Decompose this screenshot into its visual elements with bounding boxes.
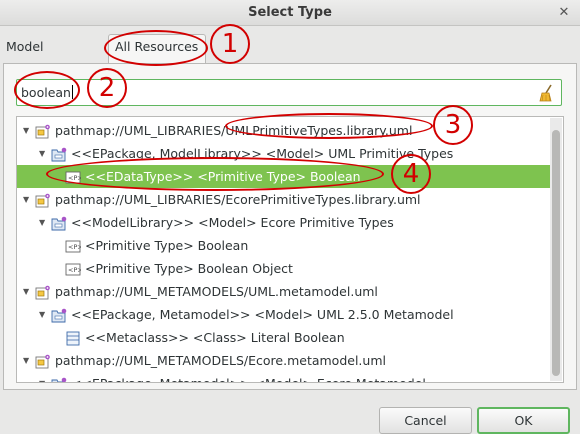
uml-model-icon (35, 192, 51, 208)
tab-bar: Model Resource All Resources (0, 26, 580, 76)
scrollbar-thumb[interactable] (552, 130, 560, 376)
uml-model-icon (35, 353, 51, 369)
tree-row[interactable]: <P> <Primitive Type> Boolean Object (17, 257, 551, 280)
package-icon (51, 146, 67, 162)
ok-button[interactable]: OK (477, 407, 570, 434)
expand-chevron-icon[interactable]: ▼ (39, 211, 49, 234)
tree-row[interactable]: ▼ pathmap://UML_METAMODELS/UML.metamodel.… (17, 280, 551, 303)
svg-text:<P>: <P> (68, 266, 81, 274)
tree-row-label: <<EDataType>> <Primitive Type> Boolean (85, 169, 361, 184)
svg-text:<P>: <P> (68, 243, 81, 251)
tree-row[interactable]: <<Metaclass>> <Class> Literal Boolean (17, 326, 551, 349)
tree-row[interactable]: ▼ <<EPackage, ModelLibrary>> <Model> UML … (17, 142, 551, 165)
tab-model-resource[interactable]: Model Resource (0, 36, 108, 76)
tab-all-resources[interactable]: All Resources (108, 34, 206, 63)
annotation-number-1: 1 (210, 24, 250, 64)
tree-row-label: <<EPackage, Metamodel>> <Model> UML 2.5.… (71, 307, 454, 322)
primitive-type-icon: <P> (65, 238, 83, 253)
expand-chevron-icon[interactable]: ▼ (39, 303, 49, 326)
tree-row-label: pathmap://UML_METAMODELS/Ecore.metamodel… (55, 353, 386, 368)
tree-row-label: <<ModelLibrary>> <Model> Ecore Primitive… (71, 215, 394, 230)
uml-model-icon (35, 284, 51, 300)
tree-row[interactable]: ▼ <<ModelLibrary>> <Model> Ecore Primitiv… (17, 211, 551, 234)
close-icon[interactable]: ✕ (557, 6, 571, 20)
svg-text:<P>: <P> (68, 174, 81, 182)
annotation-number-2: 2 (87, 68, 127, 108)
clear-broom-icon[interactable] (539, 84, 555, 102)
tree-row-label: <<Metaclass>> <Class> Literal Boolean (85, 330, 345, 345)
tree-row-label: pathmap://UML_LIBRARIES/EcorePrimitiveTy… (55, 192, 421, 207)
package-icon (51, 215, 67, 231)
expand-chevron-icon[interactable]: ▼ (23, 349, 33, 372)
primitive-type-icon: <P> (65, 261, 83, 276)
dialog-footer: Cancel OK (0, 390, 580, 434)
expand-chevron-icon[interactable]: ▼ (39, 142, 49, 165)
search-value: boolean (21, 85, 73, 100)
text-caret (71, 85, 73, 99)
tree-row-label: <Primitive Type> Boolean (85, 238, 249, 253)
class-icon (65, 330, 81, 346)
tree-row-label: <<EPackage, Metamodel>> <Model> Ecore Me… (71, 372, 426, 382)
package-icon (51, 376, 67, 382)
tree-row-label: <Primitive Type> Boolean Object (85, 261, 293, 276)
expand-chevron-icon[interactable]: ▼ (23, 119, 33, 142)
tree-row[interactable]: ▼ <<EPackage, Metamodel>> <Model> Ecore M… (17, 372, 551, 382)
window-title: Select Type (248, 5, 332, 20)
tree-row[interactable]: <P> <Primitive Type> Boolean (17, 234, 551, 257)
vertical-scrollbar[interactable] (550, 118, 562, 381)
annotation-number-3: 3 (433, 105, 473, 145)
tree-row-label: pathmap://UML_LIBRARIES/UMLPrimitiveType… (55, 123, 413, 138)
annotation-number-4: 4 (391, 154, 431, 194)
cancel-button[interactable]: Cancel (379, 407, 472, 434)
tree-row[interactable]: ▼ <<EPackage, Metamodel>> <Model> UML 2.5… (17, 303, 551, 326)
type-tree[interactable]: ▼ <<EPackage, Metamodel>> <Model> Ecore M… (16, 116, 564, 383)
tree-row[interactable]: ▼ pathmap://UML_METAMODELS/Ecore.metamode… (17, 349, 551, 372)
package-icon (51, 307, 67, 323)
title-bar: Select Type ✕ (0, 0, 580, 26)
expand-chevron-icon[interactable]: ▼ (39, 372, 49, 382)
expand-chevron-icon[interactable]: ▼ (23, 188, 33, 211)
tree-row[interactable]: ▼ pathmap://UML_LIBRARIES/EcorePrimitiveT… (17, 188, 551, 211)
expand-chevron-icon[interactable]: ▼ (23, 280, 33, 303)
tree-row-label: pathmap://UML_METAMODELS/UML.metamodel.u… (55, 284, 378, 299)
tree-row[interactable]: <P> <<EDataType>> <Primitive Type> Boolea… (17, 165, 551, 188)
primitive-type-icon: <P> (65, 169, 83, 184)
uml-model-icon (35, 123, 51, 139)
